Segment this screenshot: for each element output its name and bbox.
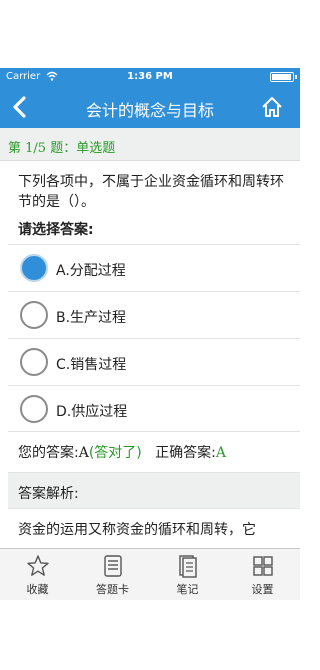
tab-label: 笔记 [176, 583, 199, 596]
option-label: A.分配过程 [56, 263, 126, 279]
radio-selected-icon[interactable] [20, 254, 48, 282]
radio-icon[interactable] [20, 301, 48, 329]
tab-bar: 收藏 答题卡 笔记 设置 [0, 548, 300, 600]
back-chevron-icon[interactable] [4, 90, 36, 124]
page-title: 会计的概念与目标 [85, 101, 214, 120]
status-bar: Carrier 1:36 PM [0, 68, 300, 86]
your-answer-label: 您的答案: [18, 445, 79, 461]
navigation-bar: 会计的概念与目标 [0, 86, 300, 128]
question-header-prefix: 第 [8, 141, 26, 156]
settings-grid-icon [253, 556, 273, 576]
battery-icon [270, 72, 297, 82]
tab-settings[interactable]: 设置 [225, 549, 300, 601]
tab-answer-card[interactable]: 答题卡 [75, 549, 150, 601]
analysis-text: 资金的运用又称资金的循环和周转，它 [18, 522, 256, 538]
verdict-text: (答对了) [88, 445, 142, 461]
question-index: 1/5 [25, 141, 47, 156]
option-label: C.销售过程 [56, 357, 127, 373]
tab-label: 答题卡 [96, 583, 129, 596]
star-icon [27, 555, 49, 576]
option-label: B.生产过程 [56, 310, 127, 326]
tab-favorites[interactable]: 收藏 [0, 549, 75, 601]
your-answer-value: A [78, 445, 89, 461]
option-c[interactable]: C.销售过程 [8, 338, 300, 384]
option-b[interactable]: B.生产过程 [8, 291, 300, 337]
option-a[interactable]: A.分配过程 [8, 244, 300, 290]
notes-icon [179, 555, 197, 578]
correct-answer-label: 正确答案: [155, 445, 216, 461]
tab-label: 设置 [251, 583, 274, 596]
answer-card-icon [104, 555, 122, 577]
status-time: 1:36 PM [127, 71, 173, 82]
option-d[interactable]: D.供应过程 [8, 385, 300, 432]
question-type: 题：单选题 [46, 141, 116, 156]
radio-icon[interactable] [20, 395, 48, 423]
question-text: 下列各项中，不属于企业资金循环和周转环节的是（）。 [18, 174, 284, 210]
question-number-bar: 第 1/5 题：单选题 [0, 128, 300, 161]
radio-icon[interactable] [20, 348, 48, 376]
answer-summary: 您的答案:A(答对了) 正确答案:A [18, 442, 226, 462]
option-label: D.供应过程 [56, 404, 128, 420]
correct-answer-value: A [215, 445, 226, 461]
tab-label: 收藏 [26, 583, 49, 596]
tab-notes[interactable]: 笔记 [150, 549, 225, 601]
top-blank-area [0, 0, 300, 68]
analysis-header: 答案解析: [8, 472, 300, 509]
choose-answer-prompt: 请选择答案: [18, 222, 94, 238]
home-icon[interactable] [260, 95, 284, 119]
